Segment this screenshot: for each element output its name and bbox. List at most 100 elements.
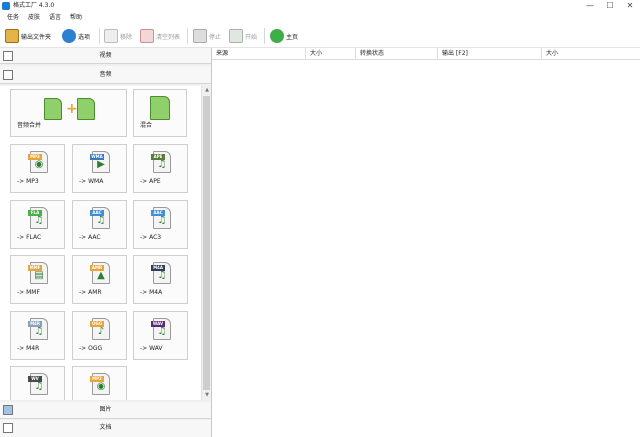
globe-icon bbox=[270, 29, 284, 43]
wma-format-tile[interactable]: WMA ▶ -> WMA bbox=[72, 144, 127, 193]
tile-label: -> M4A bbox=[140, 289, 163, 296]
plus-icon: + bbox=[66, 101, 78, 117]
minimize-button[interactable]: — bbox=[580, 0, 600, 12]
category-video[interactable]: 视频 bbox=[0, 48, 211, 64]
title-bar: 格式工厂 4.3.0 — ☐ ✕ bbox=[0, 0, 640, 12]
amr-file-icon: AMR ▲ bbox=[90, 262, 110, 284]
toolbar: 输出文件夹 选项 移除 清空列表 停止 开始 主页 bbox=[0, 24, 640, 48]
scrollbar-thumb[interactable] bbox=[203, 96, 210, 390]
task-list-panel[interactable]: 来源 大小 转换状态 输出 [F2] 大小 bbox=[212, 48, 640, 437]
format-glyph-icon: ♫ bbox=[34, 215, 44, 226]
format-glyph-icon: ♫ bbox=[96, 215, 106, 226]
format-glyph-icon: ◉ bbox=[34, 159, 44, 170]
tile-label: -> APE bbox=[140, 178, 161, 185]
home-button[interactable]: 主页 bbox=[270, 27, 298, 45]
m4r-format-tile[interactable]: M4R ♫ -> M4R bbox=[10, 311, 65, 360]
mmf-file-icon: MMF ▤ bbox=[28, 262, 48, 284]
stop-button[interactable]: 停止 bbox=[193, 27, 221, 45]
menu-task[interactable]: 任务 bbox=[7, 14, 19, 22]
tile-label: -> WMA bbox=[79, 178, 104, 185]
ac3-format-tile[interactable]: AAC ♫ -> AC3 bbox=[133, 200, 188, 249]
category-picture[interactable]: 图片 bbox=[0, 402, 211, 419]
clear-list-icon bbox=[140, 29, 154, 43]
m4a-format-tile[interactable]: M4A ♫ -> M4A bbox=[133, 255, 188, 304]
tile-label: -> AAC bbox=[79, 234, 101, 241]
remove-button[interactable]: 移除 bbox=[104, 27, 132, 45]
audio-mix-tile[interactable]: 混合 bbox=[133, 89, 187, 137]
wav-file-icon: WAV ♫ bbox=[151, 318, 171, 340]
m4r-file-icon: M4R ♫ bbox=[28, 318, 48, 340]
menu-help[interactable]: 帮助 bbox=[70, 14, 82, 22]
mp2-file-icon: MP2 ◉ bbox=[90, 373, 110, 395]
format-glyph-icon: ♫ bbox=[157, 215, 167, 226]
toolbar-separator bbox=[264, 28, 265, 44]
mp3-format-tile[interactable]: MP3 ◉ -> MP3 bbox=[10, 144, 65, 193]
options-icon bbox=[62, 29, 76, 43]
column-size[interactable]: 大小 bbox=[306, 48, 356, 60]
mmf-format-tile[interactable]: MMF ▤ -> MMF bbox=[10, 255, 65, 304]
stop-icon bbox=[193, 29, 207, 43]
tile-label: -> OGG bbox=[79, 345, 103, 352]
clear-list-button[interactable]: 清空列表 bbox=[140, 27, 180, 45]
format-glyph-icon: ♫ bbox=[157, 270, 167, 281]
m4a-file-icon: M4A ♫ bbox=[151, 262, 171, 284]
format-glyph-icon: ♫ bbox=[157, 159, 167, 170]
column-status[interactable]: 转换状态 bbox=[356, 48, 438, 60]
ape-file-icon: APE ♫ bbox=[151, 151, 171, 173]
audio-merge-tile[interactable]: + 音频合并 bbox=[10, 89, 127, 137]
category-document[interactable]: 文档 bbox=[0, 420, 211, 437]
menu-skin[interactable]: 皮肤 bbox=[28, 14, 40, 22]
scroll-down-arrow-icon[interactable]: ▼ bbox=[202, 391, 212, 400]
tile-label: -> AC3 bbox=[140, 234, 162, 241]
maximize-button[interactable]: ☐ bbox=[600, 0, 620, 12]
tile-label: -> M4R bbox=[17, 345, 40, 352]
format-glyph-icon: ▶ bbox=[97, 159, 105, 170]
tile-label: -> WAV bbox=[140, 345, 163, 352]
remove-icon bbox=[104, 29, 118, 43]
wv-format-tile[interactable]: WV ♫ bbox=[10, 366, 65, 400]
column-output-size[interactable]: 大小 bbox=[542, 48, 640, 60]
tile-label: -> AMR bbox=[79, 289, 102, 296]
column-output[interactable]: 输出 [F2] bbox=[438, 48, 542, 60]
format-glyph-icon: ◉ bbox=[96, 381, 106, 392]
wv-file-icon: WV ♫ bbox=[28, 373, 48, 395]
start-button[interactable]: 开始 bbox=[229, 27, 257, 45]
wma-file-icon: WMA ▶ bbox=[90, 151, 110, 173]
format-glyph-icon: ▤ bbox=[34, 270, 44, 281]
tile-label: -> FLAC bbox=[17, 234, 42, 241]
mp3-file-icon: MP3 ◉ bbox=[28, 151, 48, 173]
scroll-up-arrow-icon[interactable]: ▲ bbox=[202, 86, 212, 95]
category-audio[interactable]: 音频 bbox=[0, 66, 211, 84]
ape-format-tile[interactable]: APE ♫ -> APE bbox=[133, 144, 188, 193]
flac-format-tile[interactable]: FLA ♫ -> FLAC bbox=[10, 200, 65, 249]
window-title: 格式工厂 4.3.0 bbox=[13, 2, 55, 9]
close-button[interactable]: ✕ bbox=[620, 0, 640, 12]
start-icon bbox=[229, 29, 243, 43]
format-glyph-icon: ▲ bbox=[97, 270, 105, 281]
category-scrollbar[interactable]: ▲ ▼ bbox=[201, 86, 211, 400]
mp2-format-tile[interactable]: MP2 ◉ bbox=[72, 366, 127, 400]
wav-format-tile[interactable]: WAV ♫ -> WAV bbox=[133, 311, 188, 360]
menu-bar: 任务 皮肤 语言 帮助 bbox=[0, 12, 640, 24]
flac-file-icon: FLA ♫ bbox=[28, 207, 48, 229]
menu-language[interactable]: 语言 bbox=[49, 14, 61, 22]
toolbar-separator bbox=[187, 28, 188, 44]
column-source[interactable]: 来源 bbox=[212, 48, 306, 60]
toolbar-separator bbox=[99, 28, 100, 44]
audio-format-grid: + 音频合并 混合 MP3 ◉ -> MP3 WMA ▶ -> WMA APE ♫ -> APE… bbox=[0, 86, 211, 400]
format-glyph-icon: ♫ bbox=[157, 326, 167, 337]
ogg-file-icon: OGG ♪ bbox=[90, 318, 110, 340]
format-glyph-icon: ♪ bbox=[97, 326, 105, 337]
audio-mix-icon bbox=[150, 96, 170, 120]
tile-label: -> MP3 bbox=[17, 178, 39, 185]
audio-merge-icon bbox=[77, 98, 95, 120]
options-button[interactable]: 选项 bbox=[62, 27, 90, 45]
output-folder-button[interactable]: 输出文件夹 bbox=[5, 27, 51, 45]
aac-format-tile[interactable]: AAC ♫ -> AAC bbox=[72, 200, 127, 249]
amr-format-tile[interactable]: AMR ▲ -> AMR bbox=[72, 255, 127, 304]
aac-file-icon: AAC ♫ bbox=[90, 207, 110, 229]
folder-icon bbox=[5, 29, 19, 43]
format-glyph-icon: ♫ bbox=[34, 381, 44, 392]
tile-label: -> MMF bbox=[17, 289, 40, 296]
ogg-format-tile[interactable]: OGG ♪ -> OGG bbox=[72, 311, 127, 360]
